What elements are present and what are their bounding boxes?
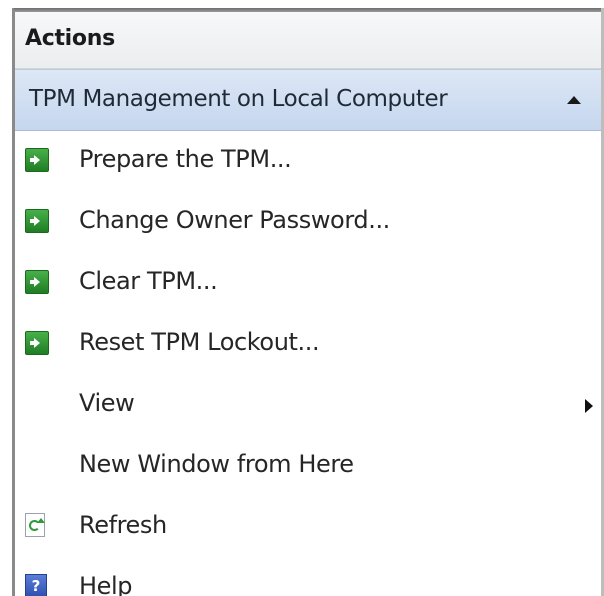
- green-action-arrow-icon: [25, 270, 49, 294]
- collapse-up-icon[interactable]: [567, 96, 581, 104]
- refresh-icon: [25, 513, 45, 537]
- help-icon: ?: [25, 574, 47, 596]
- action-label: Reset TPM Lockout...: [79, 328, 320, 356]
- actions-title: Actions: [25, 26, 115, 51]
- green-action-arrow-icon: [25, 209, 49, 233]
- action-help[interactable]: ? Help: [15, 558, 601, 596]
- green-action-arrow-icon: [25, 148, 49, 172]
- section-title: TPM Management on Local Computer: [29, 86, 448, 112]
- action-refresh[interactable]: Refresh: [15, 497, 601, 558]
- section-header-tpm-management[interactable]: TPM Management on Local Computer: [15, 69, 601, 131]
- action-clear-tpm[interactable]: Clear TPM...: [15, 253, 601, 314]
- actions-pane: Actions TPM Management on Local Computer…: [0, 0, 604, 596]
- action-new-window-from-here[interactable]: New Window from Here: [15, 436, 601, 497]
- submenu-arrow-icon: [585, 399, 593, 413]
- action-change-owner-password[interactable]: Change Owner Password...: [15, 192, 601, 253]
- action-prepare-tpm[interactable]: Prepare the TPM...: [15, 131, 601, 192]
- action-label: Prepare the TPM...: [79, 145, 292, 173]
- action-reset-tpm-lockout[interactable]: Reset TPM Lockout...: [15, 314, 601, 375]
- action-label: Change Owner Password...: [79, 206, 390, 234]
- action-view[interactable]: View: [15, 375, 601, 436]
- action-label: Help: [79, 572, 133, 596]
- action-label: New Window from Here: [79, 450, 354, 478]
- actions-menu: Prepare the TPM... Change Owner Password…: [15, 131, 601, 596]
- refresh-arrow-tip: [37, 518, 45, 523]
- green-action-arrow-icon: [25, 331, 49, 355]
- action-label: Refresh: [79, 511, 167, 539]
- action-label: View: [79, 389, 135, 417]
- action-label: Clear TPM...: [79, 267, 218, 295]
- actions-header: Actions: [15, 12, 601, 69]
